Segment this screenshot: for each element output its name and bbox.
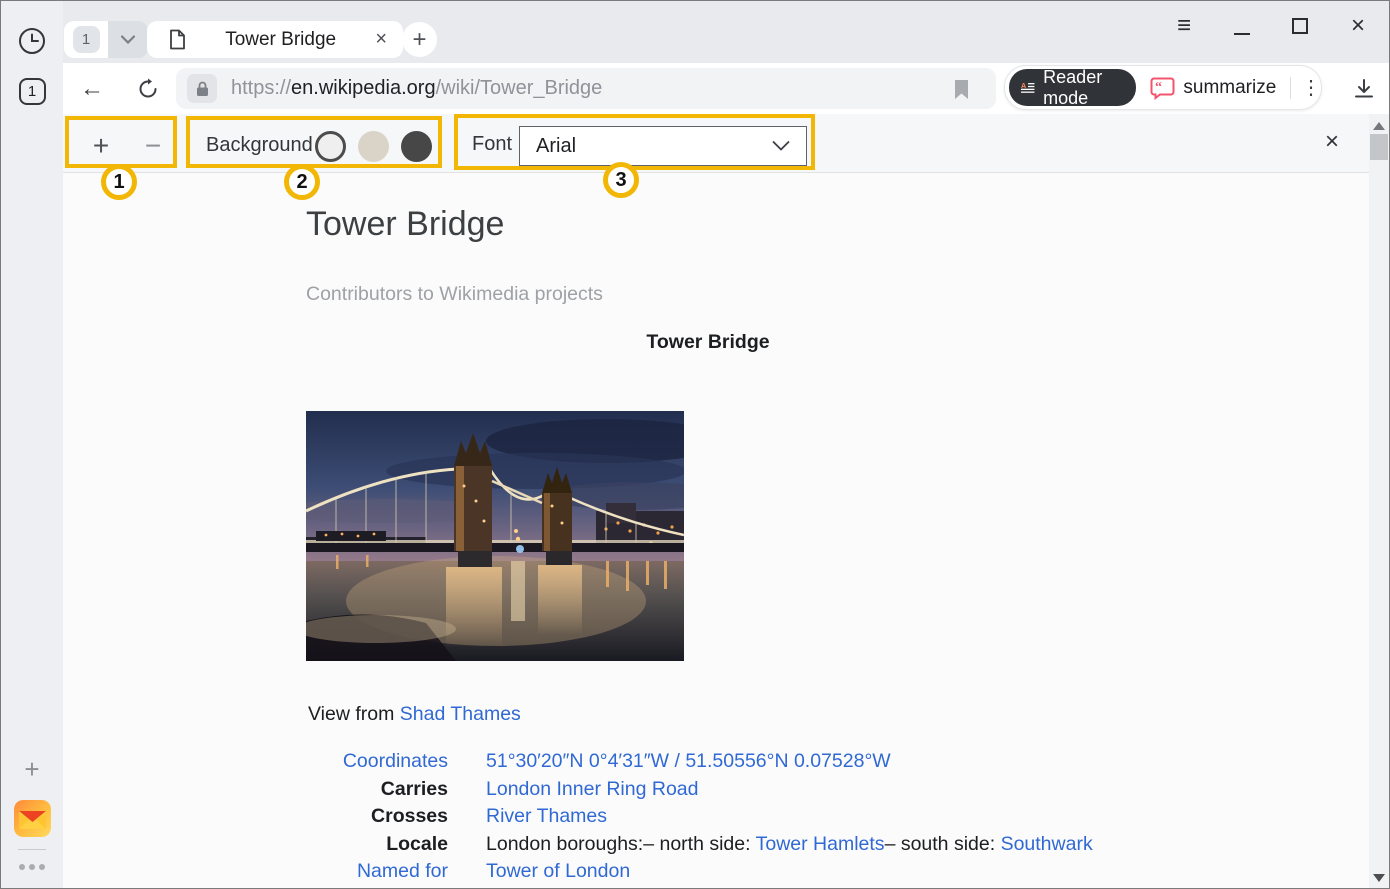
lock-icon xyxy=(196,81,209,97)
row-label-carries: Carries xyxy=(306,776,448,804)
browser-window: 1 Tower Bridge × + ≡ × ← xyxy=(0,0,1390,889)
callout-badge-3: 3 xyxy=(603,162,639,198)
page-more-button[interactable]: ⋮ xyxy=(1301,75,1321,100)
infobox-caption: Tower Bridge xyxy=(306,331,1110,354)
reader-content: Tower Bridge Contributors to Wikimedia p… xyxy=(63,173,1369,889)
background-option-light[interactable] xyxy=(315,131,346,162)
tower-bridge-photo xyxy=(306,411,684,661)
url-host: en.wikipedia.org xyxy=(291,77,436,99)
tab-group[interactable]: 1 xyxy=(64,21,148,58)
workspace-button[interactable]: 1 xyxy=(1,75,63,107)
window-controls: ≡ × xyxy=(1171,13,1371,39)
chevron-down-icon xyxy=(772,140,790,151)
plus-icon: + xyxy=(412,26,426,54)
font-size-decrease-button[interactable]: − xyxy=(131,128,175,164)
reader-mode-icon: A xyxy=(1021,79,1035,97)
link-river-thames[interactable]: River Thames xyxy=(486,805,607,827)
back-button[interactable]: ← xyxy=(75,72,109,106)
summarize-label: summarize xyxy=(1183,77,1276,99)
link-shad-thames[interactable]: Shad Thames xyxy=(400,703,521,725)
background-option-dark[interactable] xyxy=(401,131,432,162)
page-actions: A Reader mode “ summarize ⋮ xyxy=(1004,65,1322,110)
link-tower-of-london[interactable]: Tower of London xyxy=(486,860,630,882)
download-icon xyxy=(1354,79,1374,99)
tab-group-counter[interactable]: 1 xyxy=(64,21,108,58)
maximize-icon xyxy=(1292,18,1308,34)
background-label: Background xyxy=(206,134,313,157)
callout-badge-2: 2 xyxy=(284,164,320,200)
clock-icon xyxy=(18,27,46,55)
callout-badge-1: 1 xyxy=(101,164,137,200)
font-label: Font xyxy=(472,133,512,156)
minimize-button[interactable] xyxy=(1229,13,1255,39)
reload-icon xyxy=(137,78,159,100)
tab-tower-bridge[interactable]: Tower Bridge × xyxy=(147,21,403,58)
tab-group-count-chip: 1 xyxy=(73,26,100,53)
font-size-increase-button[interactable]: + xyxy=(79,128,123,164)
link-london-inner-ring-road[interactable]: London Inner Ring Road xyxy=(486,778,699,800)
url-path: /wiki/Tower_Bridge xyxy=(436,77,603,99)
row-label-named-for[interactable]: Named for xyxy=(357,860,448,882)
address-bar[interactable]: https://en.wikipedia.org/wiki/Tower_Brid… xyxy=(176,68,996,109)
font-select-value: Arial xyxy=(536,135,576,158)
tab-title: Tower Bridge xyxy=(186,29,375,51)
browser-menu-button[interactable]: ≡ xyxy=(1171,13,1197,39)
locale-value: London boroughs:– north side: Tower Haml… xyxy=(486,831,1093,859)
font-select[interactable]: Arial xyxy=(519,126,807,166)
maximize-button[interactable] xyxy=(1287,13,1313,39)
link-southwark[interactable]: Southwark xyxy=(1001,833,1093,855)
quote-bubble-icon: “ xyxy=(1150,76,1175,100)
sidebar-add-button[interactable]: + xyxy=(1,753,63,785)
coordinates-value-link[interactable]: 51°30′20″N 0°4′31″W / 51.50556°N 0.07528… xyxy=(486,750,891,772)
row-label-locale: Locale xyxy=(306,831,448,859)
bookmark-button[interactable] xyxy=(953,79,970,105)
row-label-coordinates[interactable]: Coordinates xyxy=(343,750,448,772)
link-tower-hamlets[interactable]: Tower Hamlets xyxy=(756,833,885,855)
navigation-bar: ← https://en.wikipedia.org/wiki/Tower_Br… xyxy=(63,63,1390,114)
sidebar-divider xyxy=(18,849,46,850)
article-title: Tower Bridge xyxy=(306,205,504,244)
reader-mode-label: Reader mode xyxy=(1043,67,1120,109)
pill-divider xyxy=(1290,77,1291,99)
row-label-crosses: Crosses xyxy=(306,803,448,831)
browser-sidebar: 1 + xyxy=(1,1,63,889)
scrollbar[interactable] xyxy=(1369,114,1389,889)
locale-text-2: – south side: xyxy=(885,833,1001,855)
callout-box-font-size: + − xyxy=(65,116,177,168)
infobox-table: Coordinates 51°30′20″N 0°4′31″W / 51.505… xyxy=(306,748,1093,886)
callout-box-background: Background xyxy=(186,116,442,168)
reader-toolbar: + − Background Font Arial × xyxy=(63,114,1369,173)
downloads-button[interactable] xyxy=(1347,72,1381,106)
article-byline: Contributors to Wikimedia projects xyxy=(306,283,603,306)
new-tab-button[interactable]: + xyxy=(402,22,437,57)
url-scheme: https:// xyxy=(231,77,291,99)
reader-mode-button[interactable]: A Reader mode xyxy=(1009,69,1136,106)
caption-prefix: View from xyxy=(308,703,400,725)
background-option-sepia[interactable] xyxy=(358,131,389,162)
reload-button[interactable] xyxy=(131,72,165,106)
callout-box-font: Font Arial xyxy=(454,114,815,170)
mail-icon xyxy=(14,800,51,837)
window-close-button[interactable]: × xyxy=(1345,13,1371,39)
bookmark-icon xyxy=(953,79,970,100)
history-button[interactable] xyxy=(1,25,63,57)
reader-toolbar-close-button[interactable]: × xyxy=(1317,128,1347,156)
workspace-label: 1 xyxy=(19,78,46,105)
sidebar-more-button[interactable] xyxy=(1,859,63,875)
scrollbar-thumb[interactable] xyxy=(1370,134,1388,160)
page-icon xyxy=(169,29,186,50)
image-caption: View from Shad Thames xyxy=(308,703,521,726)
site-security-chip[interactable] xyxy=(187,74,217,103)
scroll-up-arrow[interactable] xyxy=(1373,122,1385,130)
tab-close-button[interactable]: × xyxy=(375,28,387,51)
summarize-button[interactable]: “ summarize xyxy=(1150,76,1276,100)
locale-text-1: London boroughs:– north side: xyxy=(486,833,756,855)
scroll-down-arrow[interactable] xyxy=(1373,874,1385,882)
tab-group-expand-button[interactable] xyxy=(108,21,148,58)
svg-text:“: “ xyxy=(1155,80,1162,95)
chevron-down-icon xyxy=(121,35,135,44)
url-text: https://en.wikipedia.org/wiki/Tower_Brid… xyxy=(231,77,602,100)
mail-button[interactable] xyxy=(1,799,63,837)
